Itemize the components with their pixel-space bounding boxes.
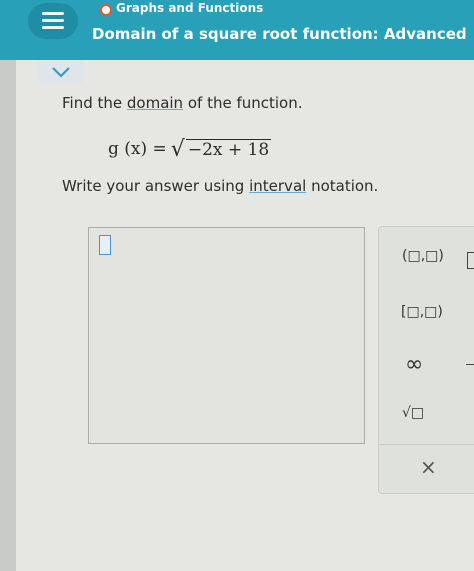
math-keypad	[378, 226, 474, 494]
domain-link[interactable]: domain	[127, 94, 183, 112]
page-title: Domain of a square root function: Advanc…	[92, 25, 467, 43]
function-name: g (x) =	[108, 139, 167, 159]
input-cursor	[99, 235, 111, 255]
collapse-button[interactable]	[38, 60, 84, 84]
clear-button[interactable]: ×	[420, 455, 437, 479]
prompt-text-after: of the function.	[183, 94, 303, 112]
open-interval-key[interactable]: (□,□)	[402, 248, 444, 264]
chevron-down-icon	[52, 67, 70, 78]
instruction-after: notation.	[306, 177, 379, 195]
partial-bracket-key[interactable]	[467, 252, 474, 269]
answer-input[interactable]	[88, 227, 365, 444]
status-dot-icon	[100, 4, 112, 16]
radical-sign: √	[170, 136, 185, 162]
sqrt-key[interactable]: √□	[402, 405, 424, 421]
header-bar: Graphs and Functions Domain of a square …	[0, 0, 474, 60]
half-open-interval-key[interactable]: [□,□)	[401, 304, 443, 320]
hamburger-menu-icon[interactable]	[28, 3, 78, 39]
topic-label: Graphs and Functions	[116, 1, 264, 15]
partial-dash-key[interactable]	[466, 364, 474, 365]
left-edge	[0, 60, 16, 571]
prompt-text-before: Find the	[62, 94, 127, 112]
infinity-key[interactable]: ∞	[405, 352, 423, 377]
question-prompt: Find the domain of the function.	[62, 94, 303, 112]
interval-link[interactable]: interval	[249, 177, 306, 195]
function-equation: g (x) = √ −2x + 18	[108, 134, 272, 164]
instruction-before: Write your answer using	[62, 177, 250, 195]
keypad-divider	[380, 444, 474, 445]
instruction-text: Write your answer using interval notatio…	[62, 177, 378, 195]
radicand: −2x + 18	[185, 138, 272, 160]
